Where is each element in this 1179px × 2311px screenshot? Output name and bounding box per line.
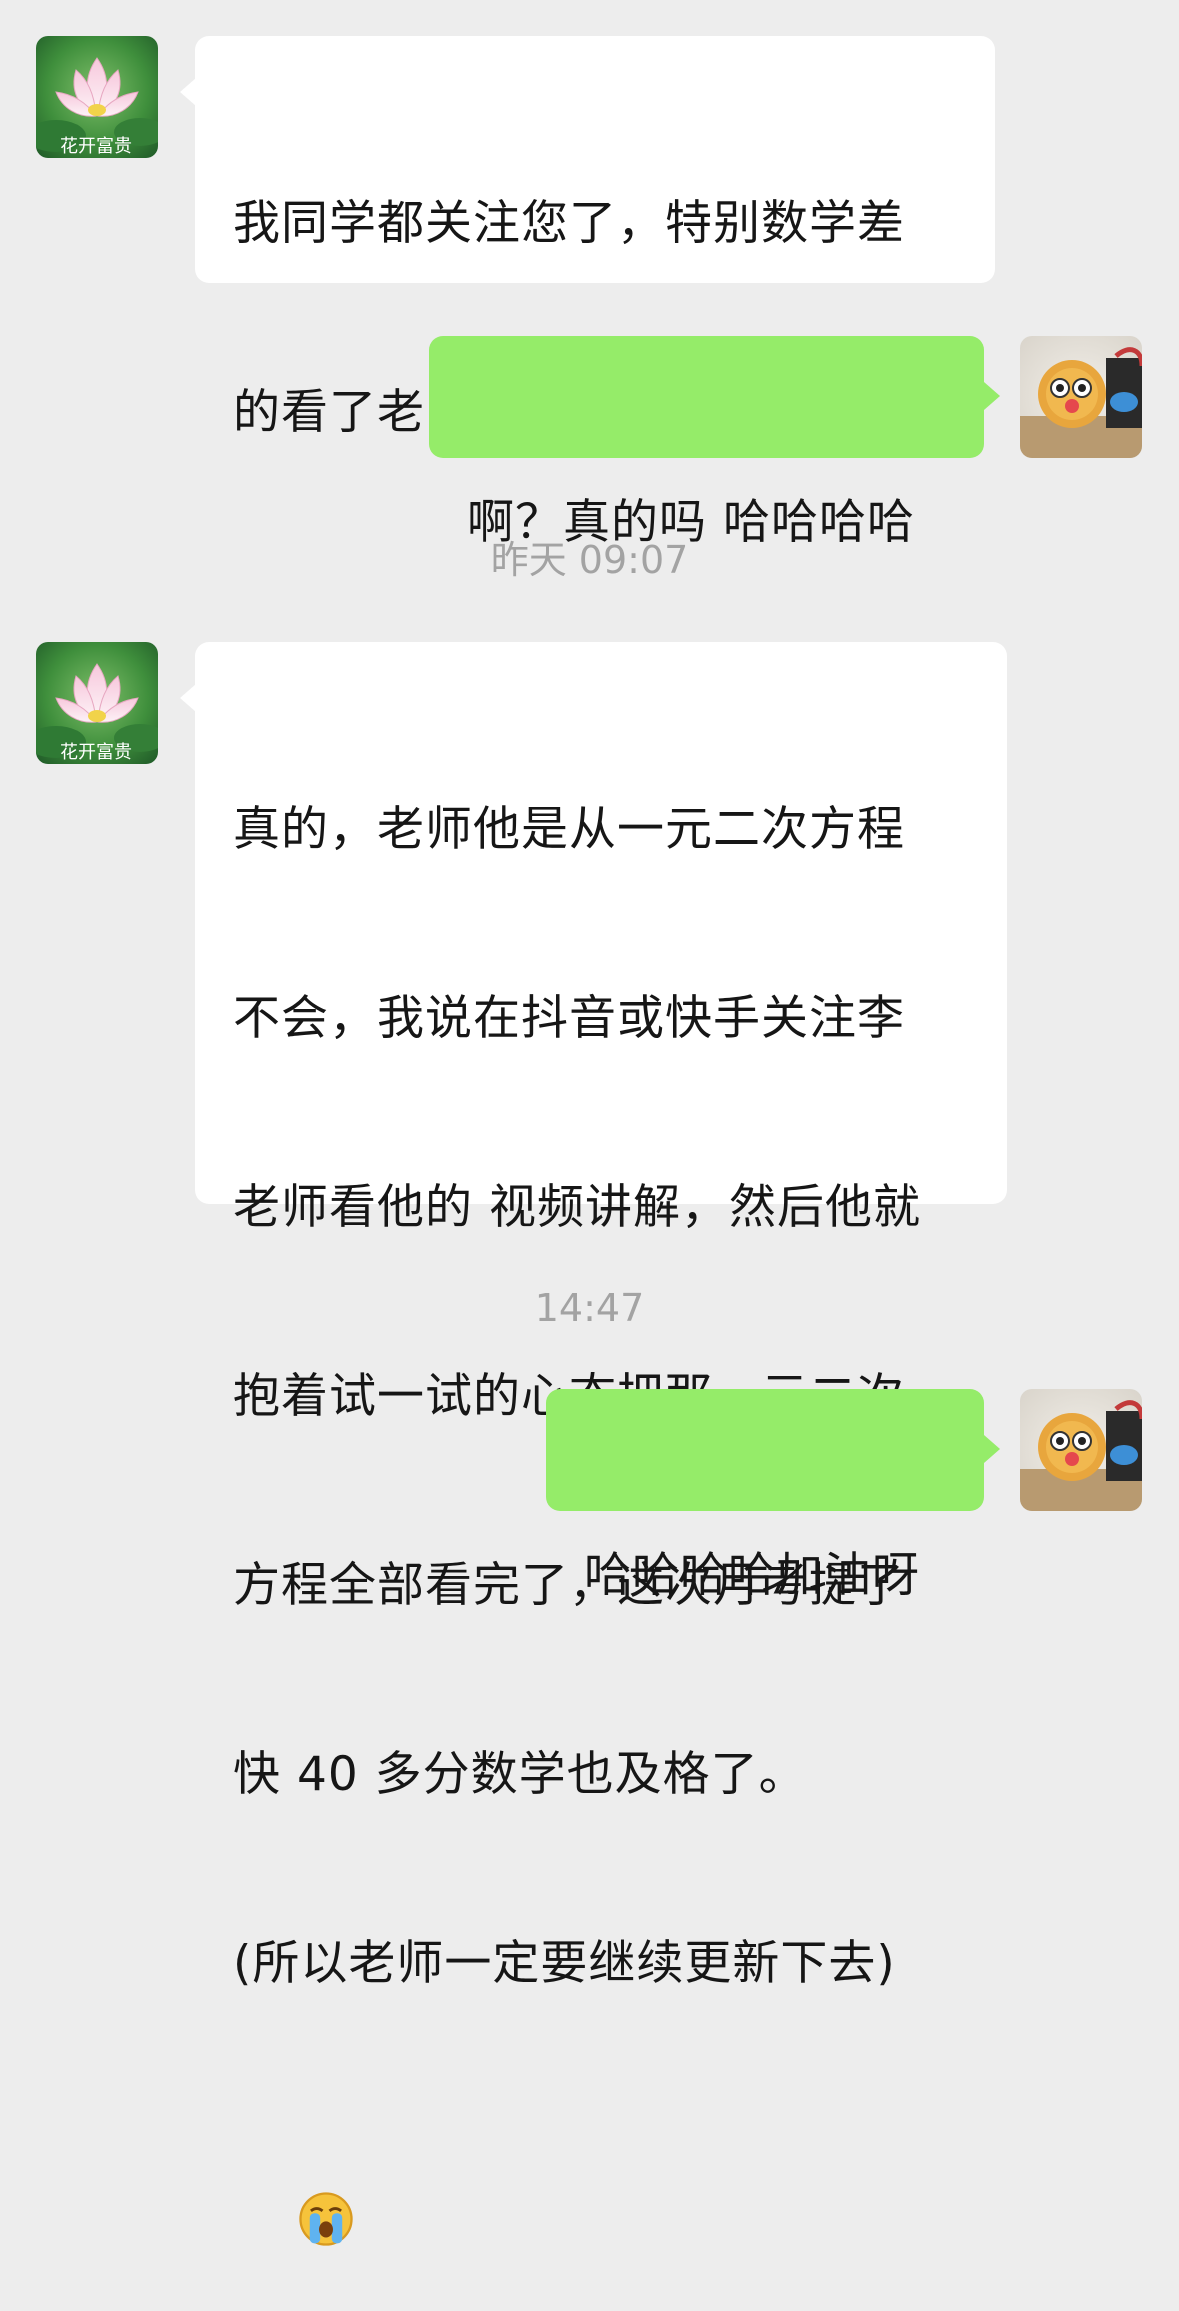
message-line: 老师看他的 视频讲解，然后他就 [233, 1180, 921, 1235]
avatar-label: 花开富贵 [60, 136, 132, 157]
crying-face-emoji-icon [299, 2191, 353, 2246]
bubble-tail [984, 1435, 1000, 1463]
message-line: (所以老师一定要继续更新下去) [233, 1936, 896, 1991]
plush-toy-avatar-icon [1020, 1389, 1142, 1511]
bubble-tail [180, 684, 196, 712]
message-line: 真的，老师他是从一元二次方程 [233, 802, 905, 857]
my-avatar[interactable] [1020, 1389, 1142, 1511]
plush-toy-avatar-icon [1020, 336, 1142, 458]
incoming-message-bubble[interactable]: 真的，老师他是从一元二次方程 不会，我说在抖音或快手关注李 老师看他的 视频讲解… [195, 642, 1007, 2246]
lotus-avatar-icon: 花开富贵 [36, 642, 158, 764]
incoming-message-bubble[interactable]: 我同学都关注您了，特别数学差 的看了老师的课提了 30 ～ 40 分 [195, 36, 995, 688]
my-avatar[interactable] [1020, 336, 1142, 458]
bubble-tail [180, 78, 196, 106]
message-text: 哈哈哈哈加油呀 [584, 1548, 920, 1603]
bubble-tail [984, 382, 1000, 410]
contact-avatar[interactable]: 花开富贵 [36, 36, 158, 158]
message-line: 快 40 多分数学也及格了。 [233, 1747, 807, 1802]
timestamp: 14:47 [534, 1286, 645, 1330]
outgoing-message-bubble[interactable]: 哈哈哈哈加油呀 [546, 1389, 984, 1603]
outgoing-message-bubble[interactable]: 啊？真的吗 哈哈哈哈 [429, 336, 984, 550]
message-line: 我同学都关注您了，特别数学差 [233, 196, 905, 251]
timestamp: 昨天 09:07 [490, 538, 689, 582]
contact-avatar[interactable]: 花开富贵 [36, 642, 158, 764]
lotus-avatar-icon: 花开富贵 [36, 36, 158, 158]
avatar-label: 花开富贵 [60, 742, 132, 763]
message-line: 不会，我说在抖音或快手关注李 [233, 991, 905, 1046]
